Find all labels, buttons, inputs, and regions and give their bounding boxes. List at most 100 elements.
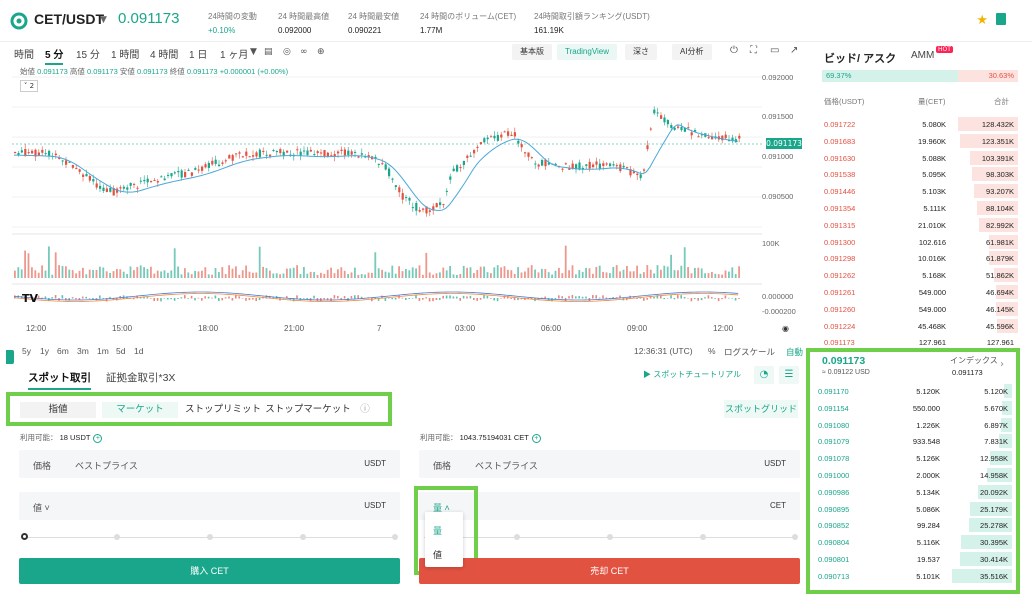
info-icon[interactable]: ⓘ xyxy=(358,402,372,418)
bid-row[interactable]: 0.091079 933.548 7.831K xyxy=(814,433,1012,449)
slider-step[interactable] xyxy=(792,534,798,540)
price-chart[interactable] xyxy=(12,72,762,328)
bid-row[interactable]: 0.090804 5.116K 30.395K xyxy=(814,534,1012,550)
spot-tutorial-link[interactable]: ▶ スポットチュートリアル xyxy=(643,369,741,380)
tf-1mo[interactable]: 1 ヶ月 xyxy=(220,46,248,61)
tf-15m[interactable]: 15 分 xyxy=(76,46,100,61)
order-type-stop-market[interactable]: ストップマーケット xyxy=(264,402,352,418)
range-1d[interactable]: 1d xyxy=(134,346,143,356)
slider-step[interactable] xyxy=(392,534,398,540)
candle-type-icon[interactable]: ▤ xyxy=(264,47,273,57)
view-ai[interactable]: AI分析 xyxy=(672,44,712,60)
macd-bar xyxy=(207,296,210,299)
bid-row[interactable]: 0.090895 5.086K 25.179K xyxy=(814,501,1012,517)
ask-row[interactable]: 0.091446 5.103K 93.207K xyxy=(820,183,1018,199)
amount-type-select[interactable]: 値 ˅ xyxy=(33,501,50,514)
candle-body xyxy=(309,149,312,152)
order-type-limit[interactable]: 指値 xyxy=(20,402,96,418)
share-icon[interactable]: ↗ xyxy=(790,45,798,56)
ask-row[interactable]: 0.091300 102.616 61.981K xyxy=(820,234,1018,250)
view-depth[interactable]: 深さ xyxy=(625,44,657,60)
view-tradingview[interactable]: TradingView xyxy=(557,44,618,60)
order-type-market[interactable]: マーケット xyxy=(102,402,178,418)
indicator-icon[interactable]: ◎ xyxy=(283,47,291,57)
order-type-stop-limit[interactable]: ストップリミット xyxy=(184,402,262,418)
amm-tab[interactable]: AMM xyxy=(911,50,934,61)
slider-step[interactable] xyxy=(514,534,520,540)
book-icon[interactable] xyxy=(996,13,1006,25)
chevron-down-icon[interactable]: ▼ xyxy=(100,15,107,25)
range-1y[interactable]: 1y xyxy=(40,346,49,356)
buy-slider-handle[interactable] xyxy=(21,533,28,540)
volume-bar xyxy=(456,274,458,278)
compare-icon[interactable]: ∞ xyxy=(300,47,308,57)
slider-step[interactable] xyxy=(607,534,613,540)
slider-step[interactable] xyxy=(207,534,213,540)
ask-row[interactable]: 0.091538 5.095K 98.303K xyxy=(820,166,1018,182)
chevron-right-icon[interactable]: › xyxy=(1000,359,1004,370)
ask-row[interactable]: 0.091261 549.000 46.694K xyxy=(820,284,1018,300)
sell-button[interactable]: 売却 CET xyxy=(419,558,800,584)
tf-4h[interactable]: 4 時間 xyxy=(150,46,178,61)
pair-selector[interactable]: CET/USDT xyxy=(34,11,104,27)
pie-chart-icon[interactable]: ◔ xyxy=(754,366,774,384)
spot-grid-button[interactable]: スポットグリッド xyxy=(724,400,798,418)
ask-row[interactable]: 0.091224 45.468K 45.596K xyxy=(820,318,1018,334)
settings-sliders-icon[interactable]: ☰ xyxy=(779,366,799,384)
fullscreen-icon[interactable]: ⛶ xyxy=(750,45,757,56)
range-1m[interactable]: 1m xyxy=(97,346,109,356)
power-icon[interactable]: ⏻ xyxy=(730,45,738,56)
ask-row[interactable]: 0.091260 549.000 46.145K xyxy=(820,301,1018,317)
settings-icon[interactable]: ◉ xyxy=(782,324,789,333)
tf-5m[interactable]: 5 分 xyxy=(45,46,64,65)
ask-row[interactable]: 0.091683 19.960K 123.351K xyxy=(820,133,1018,149)
tab-margin[interactable]: 証拠金取引*3X xyxy=(106,370,175,385)
bid-row[interactable]: 0.090852 99.284 25.278K xyxy=(814,517,1012,533)
bid-row[interactable]: 0.091078 5.126K 12.958K xyxy=(814,450,1012,466)
bid-row[interactable]: 0.091000 2.000K 14.958K xyxy=(814,467,1012,483)
tf-1h[interactable]: 1 時間 xyxy=(111,46,139,61)
favorite-star-icon[interactable]: ★ xyxy=(976,13,988,28)
tf-1d[interactable]: 1 日 xyxy=(189,46,207,61)
dropdown-option-value[interactable]: 値 xyxy=(433,548,442,561)
slider-step[interactable] xyxy=(300,534,306,540)
bid-row[interactable]: 0.090801 19.537 30.414K xyxy=(814,551,1012,567)
bid-row[interactable]: 0.091154 550.000 5.670K xyxy=(814,400,1012,416)
chevron-down-icon[interactable]: ▼ xyxy=(250,47,257,57)
tf-time[interactable]: 時間 xyxy=(14,46,34,61)
range-3m[interactable]: 3m xyxy=(77,346,89,356)
bid-row[interactable]: 0.091080 1.226K 6.897K xyxy=(814,417,1012,433)
ask-row[interactable]: 0.091354 5.111K 88.104K xyxy=(820,200,1018,216)
plus-icon[interactable]: + xyxy=(531,434,541,443)
orderbook-title[interactable]: ビッド/ アスク xyxy=(824,50,896,66)
macd-bar xyxy=(462,295,465,299)
bid-row[interactable]: 0.090713 5.101K 35.516K xyxy=(814,568,1012,584)
ask-row[interactable]: 0.091262 5.168K 51.862K xyxy=(820,267,1018,283)
auto-scale-toggle[interactable]: 自動 xyxy=(786,346,803,358)
buy-price-field[interactable]: 価格 ベストプライス USDT xyxy=(19,450,400,478)
ask-row[interactable]: 0.091298 10.016K 61.879K xyxy=(820,250,1018,266)
buy-button[interactable]: 購入 CET xyxy=(19,558,400,584)
volume-bar xyxy=(136,266,139,278)
range-5d[interactable]: 5d xyxy=(116,346,125,356)
add-icon[interactable]: ⊕ xyxy=(317,47,325,57)
plus-icon[interactable]: + xyxy=(93,434,103,443)
log-scale-toggle[interactable]: ログスケール xyxy=(724,346,775,358)
sell-price-field[interactable]: 価格 ベストプライス USDT xyxy=(419,450,800,478)
range-6m[interactable]: 6m xyxy=(57,346,69,356)
bid-row[interactable]: 0.090986 5.134K 20.092K xyxy=(814,484,1012,500)
range-5y[interactable]: 5y xyxy=(22,346,31,356)
candle-body xyxy=(646,145,649,150)
screen-icon[interactable]: ▭ xyxy=(770,45,779,56)
slider-step[interactable] xyxy=(114,534,120,540)
buy-amount-field[interactable]: 値 ˅ USDT xyxy=(19,492,400,520)
tab-spot[interactable]: スポット取引 xyxy=(28,370,91,390)
view-basic[interactable]: 基本版 xyxy=(512,44,552,60)
slider-step[interactable] xyxy=(700,534,706,540)
ask-row[interactable]: 0.091315 21.010K 82.992K xyxy=(820,217,1018,233)
percent-toggle[interactable]: % xyxy=(708,346,716,356)
dropdown-option-qty[interactable]: 量 xyxy=(433,524,442,537)
ask-row[interactable]: 0.091722 5.080K 128.432K xyxy=(820,116,1018,132)
bid-row[interactable]: 0.091170 5.120K 5.120K xyxy=(814,383,1012,399)
ask-row[interactable]: 0.091630 5.088K 103.391K xyxy=(820,150,1018,166)
